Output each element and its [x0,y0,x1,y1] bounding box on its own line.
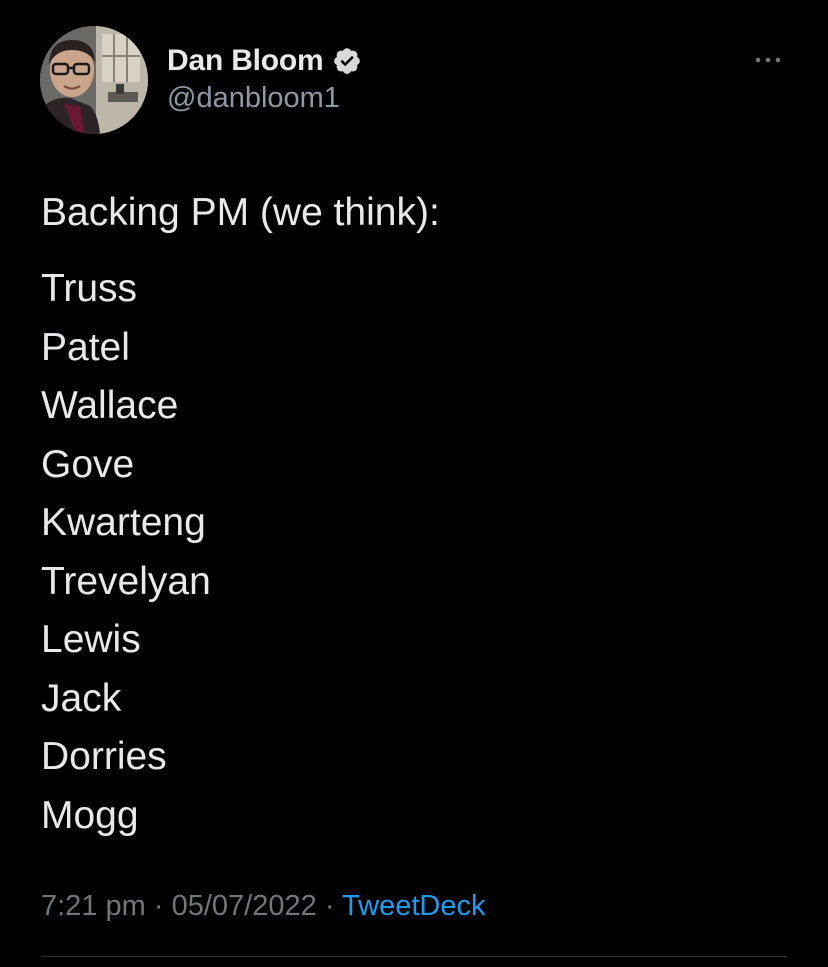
list-item: Dorries [41,735,167,778]
tweet-detail: Dan Bloom @danbloom1 Backing PM (we thin… [0,0,828,967]
list-item: Trevelyan [41,559,211,603]
divider [41,956,787,957]
list-item: Kwarteng [41,501,206,544]
list-item: Jack [41,676,122,720]
profile-photo-icon [40,26,148,134]
list-item: Lewis [41,618,141,661]
tweet-metadata: 7:21 pm · 05/07/2022 · TweetDeck [41,890,485,923]
tweet-date[interactable]: 05/07/2022 [172,890,317,922]
tweet-text: Backing PM (we think): Truss Patel Walla… [41,184,440,845]
meta-separator: · [153,890,164,922]
verified-badge-icon [332,46,362,76]
author-handle[interactable]: @danbloom1 [167,82,362,115]
list-item: Wallace [41,384,179,427]
list-item: Patel [41,325,130,369]
names-list: Truss Patel Wallace Gove Kwarteng Trevel… [41,260,440,845]
author-name-row: Dan Bloom [167,42,362,80]
display-name[interactable]: Dan Bloom [167,44,324,78]
tweet-time[interactable]: 7:21 pm [41,890,146,922]
avatar[interactable] [40,26,148,134]
source-link[interactable]: TweetDeck [342,890,485,922]
meta-separator: · [324,890,335,922]
list-item: Gove [41,442,135,486]
more-options-icon[interactable] [752,50,784,70]
tweet-lead-line: Backing PM (we think): [41,191,440,234]
list-item: Mogg [41,793,139,837]
list-item: Truss [41,267,138,310]
author-info[interactable]: Dan Bloom @danbloom1 [167,42,362,115]
